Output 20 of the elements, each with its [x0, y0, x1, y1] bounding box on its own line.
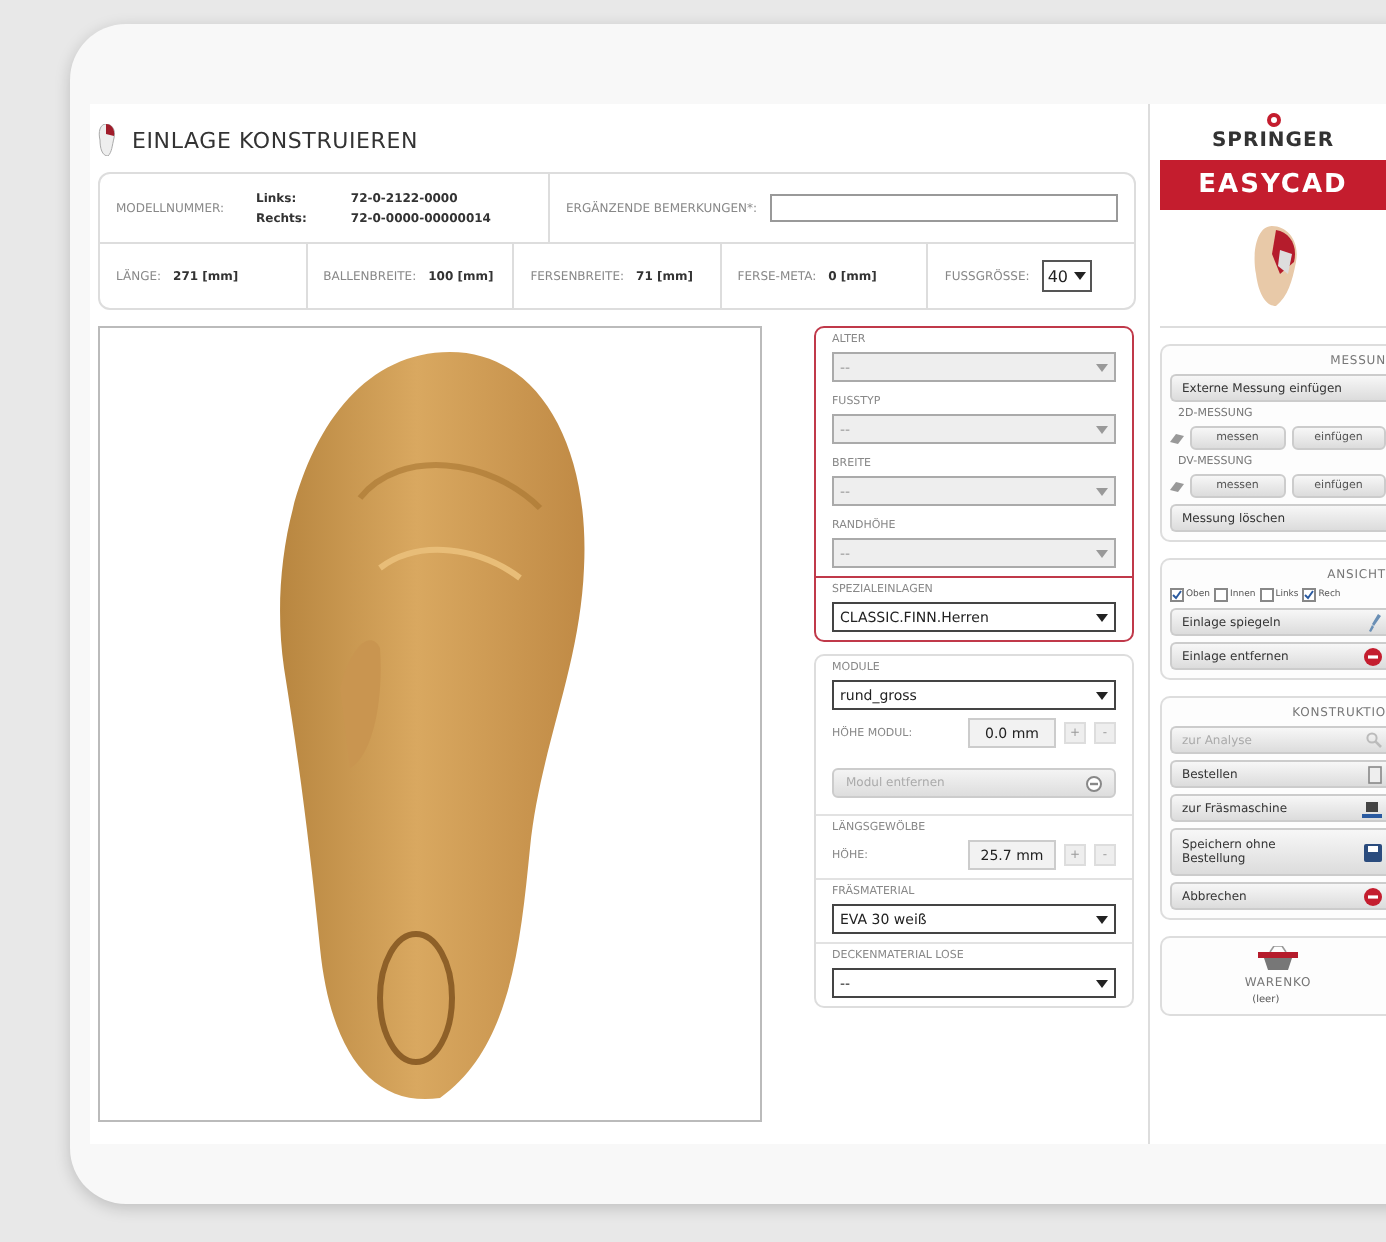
basket-icon[interactable] [1258, 946, 1298, 970]
logo-icon [1265, 112, 1281, 128]
page-title: EINLAGE KONSTRUIEREN [132, 127, 419, 153]
size-dropdown[interactable]: 40 [1041, 260, 1092, 292]
checkbox[interactable] [1302, 588, 1317, 602]
magnifier-icon [1366, 732, 1382, 748]
floppy-icon [1364, 843, 1382, 861]
document-icon [1368, 765, 1382, 783]
foot-icon [98, 124, 116, 156]
minus-circle-icon [1364, 887, 1382, 905]
remarks-field[interactable] [769, 194, 1118, 222]
checkbox[interactable] [1214, 588, 1229, 602]
minus-circle-icon [1364, 647, 1382, 665]
minus-circle-icon [1086, 775, 1102, 791]
checkbox[interactable] [1170, 588, 1184, 602]
checkbox[interactable] [1259, 588, 1274, 602]
product-banner: EASYCAD [1160, 160, 1386, 210]
brush-icon [1368, 613, 1382, 631]
brand-name: SPRINGER [1211, 130, 1335, 152]
machine-icon [1362, 799, 1382, 817]
